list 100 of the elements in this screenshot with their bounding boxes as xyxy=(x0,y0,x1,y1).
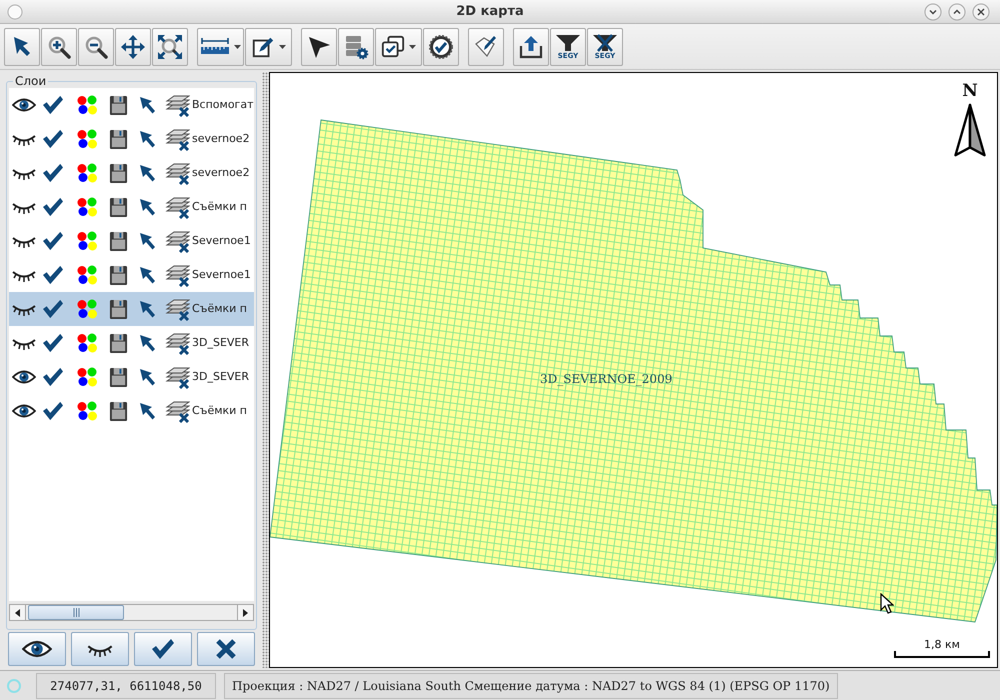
scrollbar-thumb[interactable] xyxy=(28,605,124,620)
toolbar-button[interactable] xyxy=(4,28,40,66)
scroll-left-button[interactable] xyxy=(10,605,26,620)
chevron-up-icon[interactable] xyxy=(948,2,966,20)
toolbar-button[interactable] xyxy=(338,28,374,66)
arrow-pointer-icon[interactable] xyxy=(139,368,156,386)
layers-cross-icon[interactable] xyxy=(165,162,190,184)
close-icon[interactable] xyxy=(972,2,990,20)
check-icon[interactable] xyxy=(42,95,64,115)
layer-name: severnoe2 xyxy=(192,130,250,147)
four-arrows-icon xyxy=(120,34,146,60)
toolbar-button[interactable] xyxy=(115,28,151,66)
check-icon[interactable] xyxy=(42,401,64,421)
color-dots-icon[interactable] xyxy=(76,129,97,149)
check-icon[interactable] xyxy=(42,129,64,149)
check-icon[interactable] xyxy=(42,265,64,285)
triangle-left-icon xyxy=(15,608,20,616)
arrow-pointer-icon[interactable] xyxy=(139,232,156,250)
layers-cross-icon[interactable] xyxy=(165,230,190,252)
color-dots-icon[interactable] xyxy=(76,299,97,319)
ring-icon xyxy=(6,678,22,694)
window-title: 2D карта xyxy=(455,2,525,21)
arrow-pointer-icon[interactable] xyxy=(139,96,156,114)
funnel-icon xyxy=(555,34,581,52)
eye-icon[interactable] xyxy=(12,369,36,385)
color-dots-icon[interactable] xyxy=(76,163,97,183)
eye-icon xyxy=(22,639,52,659)
arrow-pointer-icon[interactable] xyxy=(139,198,156,216)
check-button[interactable] xyxy=(134,632,192,666)
eye-button[interactable] xyxy=(8,632,66,666)
layer-row[interactable]: Съёмки п xyxy=(9,292,254,326)
layer-name: severnoe2 xyxy=(192,164,250,181)
caret-icon xyxy=(409,44,416,48)
toolbar-button[interactable] xyxy=(245,28,292,66)
layer-name: 3D_SEVER xyxy=(192,334,250,351)
layer-name: 3D_SEVER xyxy=(192,368,250,385)
cross-button[interactable] xyxy=(197,632,255,666)
arrow-pointer-icon[interactable] xyxy=(139,402,156,420)
color-dots-icon[interactable] xyxy=(76,231,97,251)
pen-paper-icon xyxy=(473,34,499,60)
check-badge-icon xyxy=(428,34,454,60)
toolbar-button[interactable] xyxy=(468,28,504,66)
check-icon[interactable] xyxy=(42,333,64,353)
layers-cross-icon[interactable] xyxy=(165,128,190,150)
layers-cross-icon[interactable] xyxy=(165,366,190,388)
caret-icon xyxy=(234,44,241,48)
color-dots-icon[interactable] xyxy=(76,265,97,285)
check-icon xyxy=(151,638,175,660)
cross-icon xyxy=(215,638,237,660)
eye-icon[interactable] xyxy=(12,97,36,113)
closed-eye-button[interactable] xyxy=(71,632,129,666)
toolbar-button[interactable] xyxy=(423,28,459,66)
toolbar-button[interactable] xyxy=(78,28,114,66)
mouse-pointer-icon xyxy=(880,593,894,615)
check-icon[interactable] xyxy=(42,367,64,387)
coordinates-readout: 274077,31, 6611048,50 xyxy=(36,672,216,698)
toolbar-button[interactable] xyxy=(513,28,549,66)
color-dots-icon[interactable] xyxy=(76,401,97,421)
color-dots-icon[interactable] xyxy=(76,197,97,217)
layers-cross-icon[interactable] xyxy=(165,196,190,218)
triangle-right-icon xyxy=(243,608,248,616)
layer-name: Съёмки п xyxy=(192,300,247,317)
toolbar-button[interactable] xyxy=(152,28,188,66)
north-label: N xyxy=(962,82,978,100)
eye-icon[interactable] xyxy=(12,403,36,419)
database-gear-icon xyxy=(343,34,369,60)
map-canvas[interactable]: 3D_SEVERNOE_2009 N 1,8 км xyxy=(269,72,998,668)
toolbar-button[interactable] xyxy=(375,28,422,66)
check-icon[interactable] xyxy=(42,197,64,217)
checked-windows-icon xyxy=(381,34,405,58)
color-dots-icon[interactable] xyxy=(76,333,97,353)
layers-cross-icon[interactable] xyxy=(165,332,190,354)
scale-bar-icon xyxy=(894,651,990,658)
layers-title: Слои xyxy=(14,74,48,88)
layer-name: Severnoe1 xyxy=(192,232,251,249)
layers-cross-icon[interactable] xyxy=(165,264,190,286)
check-icon[interactable] xyxy=(42,231,64,251)
grip-icon xyxy=(72,608,80,617)
toolbar-button[interactable] xyxy=(41,28,77,66)
arrow-pointer-icon[interactable] xyxy=(139,266,156,284)
color-dots-icon[interactable] xyxy=(76,367,97,387)
horizontal-scrollbar[interactable] xyxy=(9,604,254,621)
arrow-pointer-icon[interactable] xyxy=(139,334,156,352)
layers-cross-icon[interactable] xyxy=(165,94,190,116)
layers-cross-icon[interactable] xyxy=(165,298,190,320)
chevron-down-icon[interactable] xyxy=(924,2,942,20)
check-icon[interactable] xyxy=(42,163,64,183)
color-dots-icon[interactable] xyxy=(76,95,97,115)
projection-readout: Проекция : NAD27 / Louisiana South Смещение датума : NAD27 to WGS 84 (1) (EPSG OP 1170) xyxy=(224,672,838,698)
arrow-pointer-icon[interactable] xyxy=(139,164,156,182)
magnifier-arrows-icon xyxy=(157,34,183,60)
toolbar-button[interactable] xyxy=(197,28,244,66)
arrow-pointer-icon[interactable] xyxy=(139,300,156,318)
crossed-funnel-icon xyxy=(592,34,618,52)
layers-cross-icon[interactable] xyxy=(165,400,190,422)
arrow-pointer-icon[interactable] xyxy=(139,130,156,148)
scale-label: 1,8 км xyxy=(924,638,960,651)
toolbar-button[interactable] xyxy=(301,28,337,66)
check-icon[interactable] xyxy=(42,299,64,319)
scroll-right-button[interactable] xyxy=(237,605,253,620)
